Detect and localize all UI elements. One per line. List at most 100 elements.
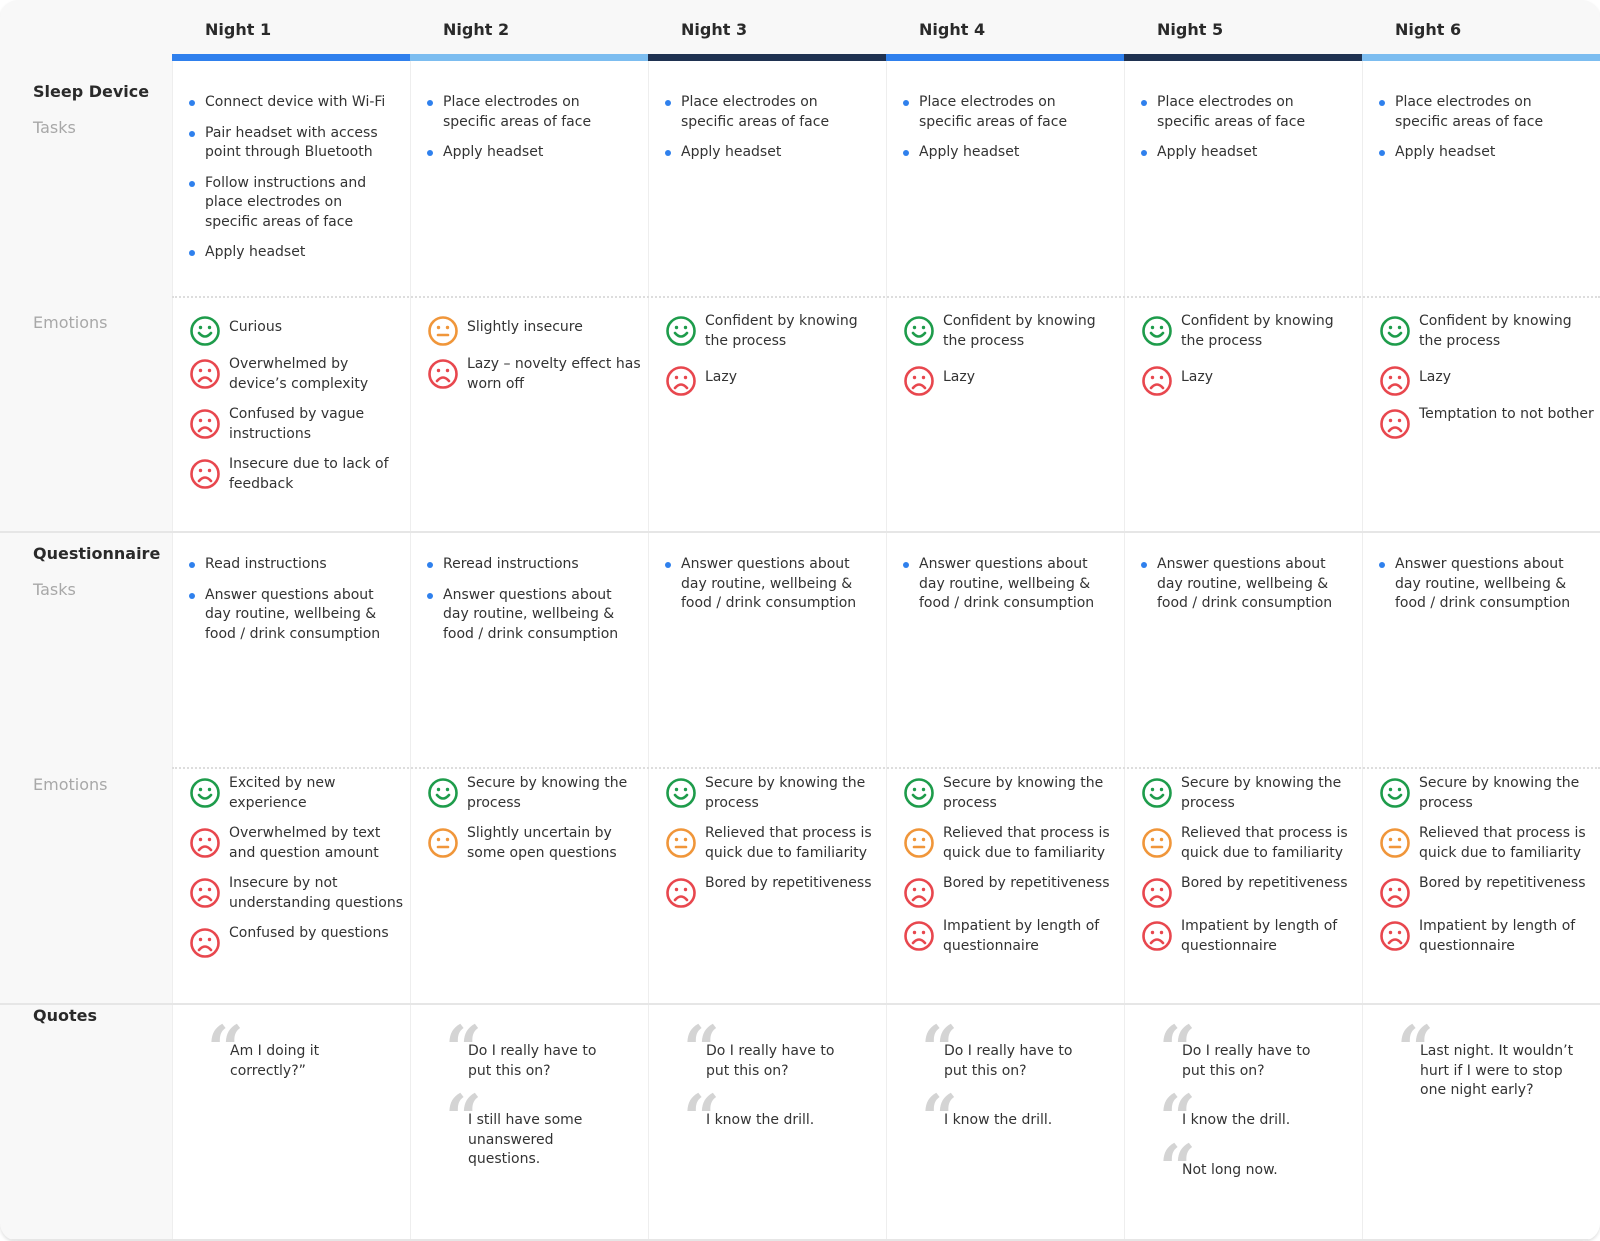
quote-item: “Do I really have to put this on?: [443, 1018, 623, 1082]
quote-item: “Do I really have to put this on?: [1157, 1018, 1337, 1082]
emotion-item: Insecure by not understanding questions: [189, 874, 404, 913]
emotion-item: Secure by knowing the process: [903, 774, 1118, 813]
task-item: Connect device with Wi-Fi: [189, 93, 394, 113]
task-item: Apply headset: [665, 143, 870, 163]
happy-face-icon: [665, 315, 697, 347]
emotion-text: Confident by knowing the process: [1181, 313, 1334, 349]
sad-face-icon: [903, 920, 935, 952]
neutral-face-icon: [1379, 827, 1411, 859]
questionnaire-emotion-list: Secure by knowing the process Relieved th…: [665, 774, 880, 917]
emotion-item: Overwhelmed by device’s complexity: [189, 355, 404, 394]
neutral-face-icon: [427, 827, 459, 859]
task-item: Answer questions about day routine, well…: [1379, 555, 1584, 614]
emotion-text: Secure by knowing the process: [705, 775, 866, 811]
emotion-item: Overwhelmed by text and question amount: [189, 824, 404, 863]
quote-text: Do I really have to put this on?: [1182, 1043, 1311, 1079]
emotion-item: Secure by knowing the process: [427, 774, 642, 813]
quote-list: “Do I really have to put this on? “I stil…: [443, 1018, 623, 1180]
quote-item: “I know the drill.: [1157, 1087, 1337, 1151]
section-divider: [0, 531, 1600, 533]
sad-face-icon: [189, 408, 221, 440]
questionnaire-emotion-list: Secure by knowing the process Relieved th…: [1379, 774, 1594, 967]
emotion-text: Impatient by length of questionnaire: [1181, 918, 1338, 954]
task-item: Apply headset: [903, 143, 1108, 163]
emotion-item: Bored by repetitiveness: [903, 874, 1118, 908]
task-item: Apply headset: [189, 243, 394, 263]
happy-face-icon: [665, 777, 697, 809]
emotion-text: Relieved that process is quick due to fa…: [1181, 825, 1348, 861]
quote-item: “Do I really have to put this on?: [919, 1018, 1099, 1082]
sleep-device-emotion-list: Confident by knowing the process Lazy Temp…: [1379, 312, 1594, 448]
task-item: Follow instructions and place electrodes…: [189, 174, 394, 233]
quote-text: I know the drill.: [1182, 1112, 1291, 1128]
happy-face-icon: [189, 315, 221, 347]
sleep-device-task-list: Place electrodes on specific areas of fa…: [1141, 93, 1346, 174]
task-item: Place electrodes on specific areas of fa…: [1379, 93, 1584, 132]
emotion-text: Temptation to not bother: [1419, 406, 1594, 422]
emotion-item: Relieved that process is quick due to fa…: [1379, 824, 1594, 863]
sad-face-icon: [1141, 920, 1173, 952]
emotion-text: Impatient by length of questionnaire: [1419, 918, 1576, 954]
happy-face-icon: [1379, 315, 1411, 347]
emotion-text: Impatient by length of questionnaire: [943, 918, 1100, 954]
sleep-device-task-list: Place electrodes on specific areas of fa…: [427, 93, 632, 174]
emotion-item: Slightly uncertain by some open question…: [427, 824, 642, 863]
quote-item: “Do I really have to put this on?: [681, 1018, 861, 1082]
emotion-text: Insecure due to lack of feedback: [229, 456, 389, 492]
night-color-bar: [410, 54, 648, 61]
row-divider: [172, 767, 1600, 769]
quote-text: I still have some unanswered questions.: [468, 1112, 583, 1167]
emotion-text: Bored by repetitiveness: [1181, 875, 1348, 891]
quote-text: I know the drill.: [706, 1112, 815, 1128]
emotion-item: Lazy: [1379, 362, 1594, 396]
row-title-sleep-device: Sleep Device: [33, 82, 150, 101]
emotion-item: Lazy: [665, 362, 880, 396]
row-subtitle-sleep-device-tasks: Tasks: [33, 118, 76, 137]
quote-text: Am I doing it correctly?”: [230, 1043, 320, 1079]
emotion-item: Confident by knowing the process: [665, 312, 880, 351]
emotion-item: Insecure due to lack of feedback: [189, 455, 404, 494]
emotion-text: Confident by knowing the process: [1419, 313, 1572, 349]
emotion-text: Relieved that process is quick due to fa…: [1419, 825, 1586, 861]
task-item: Answer questions about day routine, well…: [427, 586, 632, 645]
emotion-text: Lazy: [705, 369, 738, 385]
emotion-text: Confused by questions: [229, 925, 389, 941]
quote-item: “Last night. It wouldn’t hurt if I were …: [1395, 1018, 1575, 1101]
sleep-device-emotion-list: Curious Overwhelmed by device’s complexit…: [189, 312, 404, 505]
sleep-device-task-list: Place electrodes on specific areas of fa…: [1379, 93, 1584, 174]
emotion-item: Impatient by length of questionnaire: [1141, 917, 1356, 956]
neutral-face-icon: [1141, 827, 1173, 859]
row-title-sleep-emotions: Emotions: [33, 313, 108, 332]
neutral-face-icon: [665, 827, 697, 859]
questionnaire-task-list: Answer questions about day routine, well…: [903, 555, 1108, 625]
emotion-text: Confused by vague instructions: [229, 406, 365, 442]
sleep-device-task-list: Connect device with Wi-Fi Pair headset wi…: [189, 93, 394, 274]
happy-face-icon: [1141, 315, 1173, 347]
sad-face-icon: [427, 358, 459, 390]
emotion-item: Bored by repetitiveness: [1141, 874, 1356, 908]
emotion-item: Relieved that process is quick due to fa…: [665, 824, 880, 863]
section-divider: [0, 1003, 1600, 1005]
questionnaire-emotion-list: Excited by new experience Overwhelmed by …: [189, 774, 404, 967]
emotion-text: Secure by knowing the process: [1419, 775, 1580, 811]
emotion-text: Overwhelmed by device’s complexity: [229, 356, 369, 392]
emotion-text: Relieved that process is quick due to fa…: [705, 825, 872, 861]
emotion-item: Secure by knowing the process: [665, 774, 880, 813]
sleep-device-emotion-list: Confident by knowing the process Lazy: [903, 312, 1118, 405]
questionnaire-emotion-list: Secure by knowing the process Slightly un…: [427, 774, 642, 874]
quote-text: Do I really have to put this on?: [468, 1043, 597, 1079]
sleep-device-emotion-list: Confident by knowing the process Lazy: [665, 312, 880, 405]
emotion-text: Bored by repetitiveness: [943, 875, 1110, 891]
emotion-text: Excited by new experience: [229, 775, 336, 811]
emotion-text: Overwhelmed by text and question amount: [229, 825, 381, 861]
quote-item: “Am I doing it correctly?”: [205, 1018, 385, 1082]
row-subtitle-questionnaire-tasks: Tasks: [33, 580, 76, 599]
emotion-item: Confident by knowing the process: [903, 312, 1118, 351]
night-header: Night 5: [1157, 20, 1224, 39]
emotion-item: Confident by knowing the process: [1379, 312, 1594, 351]
questionnaire-emotion-list: Secure by knowing the process Relieved th…: [903, 774, 1118, 967]
quote-text: Do I really have to put this on?: [706, 1043, 835, 1079]
emotion-item: Secure by knowing the process: [1379, 774, 1594, 813]
emotion-text: Curious: [229, 319, 283, 335]
sad-face-icon: [189, 877, 221, 909]
